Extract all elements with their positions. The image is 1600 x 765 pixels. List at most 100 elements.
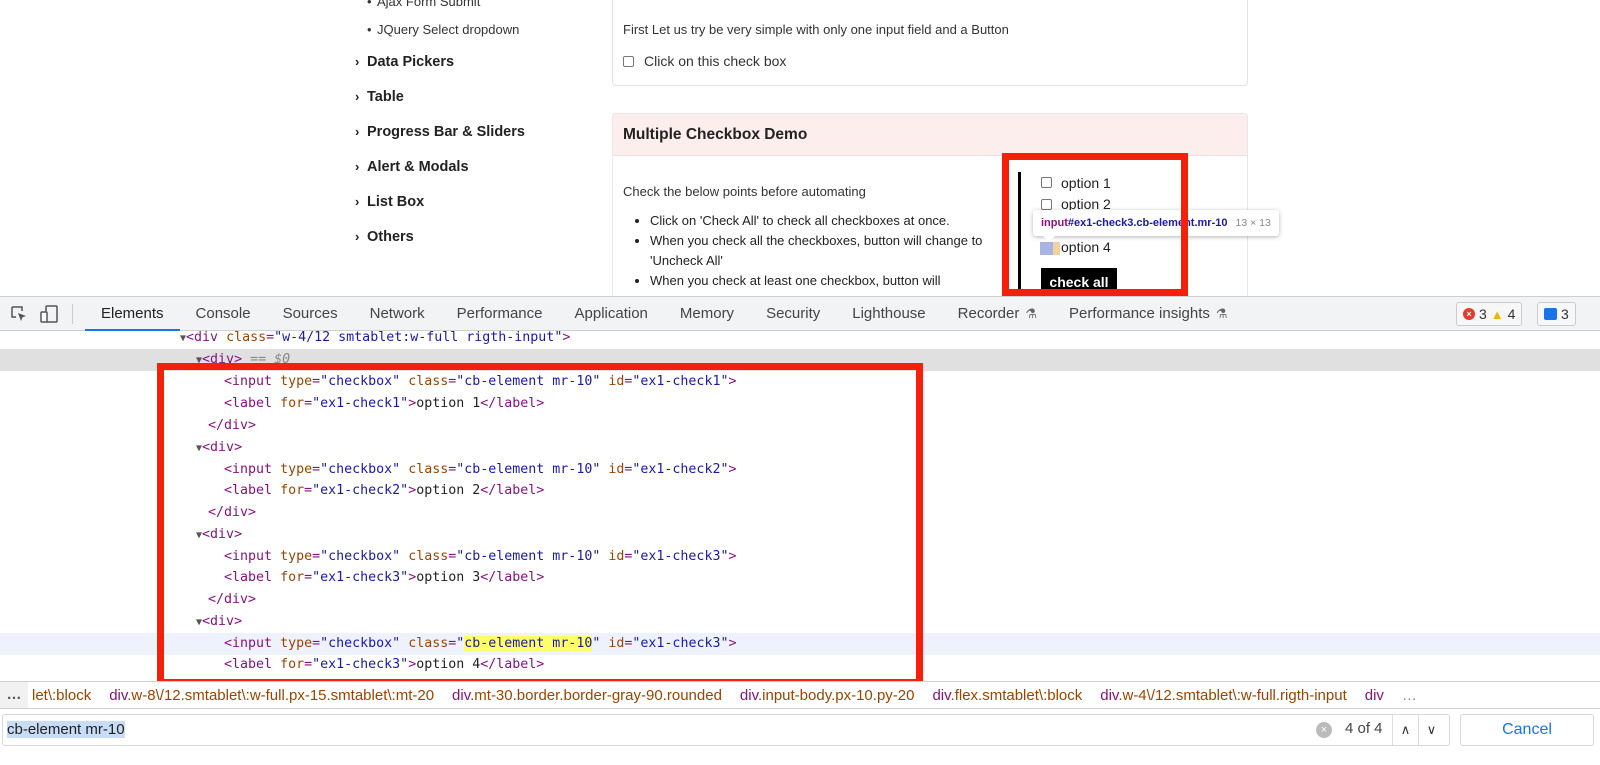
error-icon: × [1463, 308, 1475, 320]
breadcrumb-item[interactable]: div.mt-30.border.border-gray-90.rounded [443, 687, 731, 704]
chevron-right-icon: › [355, 194, 360, 209]
breadcrumb-tag: div [739, 686, 758, 704]
search-bar: cb-element mr-10 × 4 of 4 ∧ ∨ Cancel [0, 710, 1600, 752]
option-checkbox[interactable] [1041, 198, 1052, 210]
tab-label: Lighthouse [852, 304, 926, 322]
search-match-highlight: cb-element mr-10 [464, 636, 593, 651]
breadcrumb-class: .input-body.px-10.py-20 [757, 686, 915, 704]
dom-node-line[interactable]: ▼<div> [0, 524, 1600, 546]
sidebar-section-label[interactable]: Data Pickers [367, 54, 454, 70]
instruction-item: When you check all the checkboxes, butto… [650, 231, 990, 271]
dom-node-line[interactable]: </div> [0, 502, 1600, 524]
tab-security[interactable]: Security [750, 297, 836, 331]
breadcrumb-item[interactable]: div.w-8\/12.smtablet\:w-full.px-15.smtab… [100, 687, 443, 704]
tab-performance-insights[interactable]: Performance insights ⚗ [1053, 297, 1244, 331]
sidebar-subitem[interactable]: JQuery Select dropdown [367, 16, 595, 44]
tab-recorder[interactable]: Recorder ⚗ [942, 297, 1053, 331]
tab-lighthouse[interactable]: Lighthouse [836, 297, 941, 331]
check-all-button[interactable]: check all [1041, 268, 1117, 298]
breadcrumb-item[interactable]: div [1356, 687, 1393, 704]
sidebar-section-label[interactable]: Alert & Modals [367, 159, 469, 175]
messages-counter[interactable]: 3 [1537, 302, 1576, 326]
clear-search-icon[interactable]: × [1316, 722, 1332, 738]
dom-node-line[interactable]: <label for="ex1-check2">option 2</label> [0, 480, 1600, 502]
dom-node-line[interactable]: ▼<div> [0, 611, 1600, 633]
tooltip-dimensions: 13 × 13 [1235, 217, 1271, 229]
inspect-highlight-margin [1053, 242, 1060, 255]
sidebar-section-label[interactable]: Others [367, 229, 414, 245]
sidebar-section-label[interactable]: List Box [367, 194, 424, 210]
single-checkbox[interactable] [623, 55, 634, 67]
dom-node-line[interactable]: </div> [0, 589, 1600, 611]
sidebar-section-label[interactable]: Progress Bar & Sliders [367, 124, 525, 140]
dom-node-line[interactable]: <input type="checkbox" class="cb-element… [0, 371, 1600, 393]
chevron-right-icon: › [355, 54, 360, 69]
breadcrumb-overflow-right[interactable]: … [1393, 687, 1426, 704]
sidebar-section[interactable]: › Data Pickers [355, 44, 595, 79]
devtools-panel: Elements Console Sources Network Performance… [0, 296, 1600, 765]
tab-label: Performance [456, 304, 543, 322]
breadcrumb: … let\:block div.w-8\/12.smtablet\:w-full… [0, 681, 1600, 709]
tab-label: Network [369, 304, 425, 322]
tab-network[interactable]: Network [354, 297, 441, 331]
breadcrumb-overflow-left[interactable]: … [0, 682, 28, 708]
dom-node-line[interactable]: </div> [0, 415, 1600, 437]
tab-performance[interactable]: Performance [441, 297, 559, 331]
dom-node-line[interactable]: <label for="ex1-check3">option 3</label> [0, 567, 1600, 589]
breadcrumb-tag: div [1100, 686, 1119, 704]
tab-label: Elements [101, 304, 164, 322]
option-row[interactable]: option 1 [1021, 172, 1148, 194]
dom-node-line[interactable]: <input type="checkbox" class="cb-element… [0, 546, 1600, 568]
tab-sources[interactable]: Sources [267, 297, 354, 331]
devtools-tabbar: Elements Console Sources Network Performance… [0, 297, 1600, 331]
search-value[interactable]: cb-element mr-10 [7, 721, 125, 738]
search-input[interactable]: cb-element mr-10 [2, 714, 1450, 746]
next-match-button[interactable]: ∨ [1418, 715, 1444, 745]
device-toolbar-icon[interactable] [34, 297, 64, 331]
option-label[interactable]: option 4 [1061, 239, 1111, 255]
sidebar-section[interactable]: › Table [355, 79, 595, 114]
dom-node-line[interactable]: <label for="ex1-check3">option 4</label> [0, 654, 1600, 676]
message-icon [1544, 308, 1557, 320]
breadcrumb-item[interactable]: div.w-4\/12.smtablet\:w-full.rigth-input [1091, 687, 1355, 704]
cancel-search-button[interactable]: Cancel [1460, 714, 1594, 746]
tab-console[interactable]: Console [180, 297, 267, 331]
multiple-checkbox-card: Multiple Checkbox Demo Check the below p… [612, 113, 1248, 300]
breadcrumb-item[interactable]: div.input-body.px-10.py-20 [731, 687, 924, 704]
dom-node-line[interactable]: <input type="checkbox" class="cb-element… [0, 459, 1600, 481]
tab-elements[interactable]: Elements [85, 297, 180, 331]
breadcrumb-class: .flex.smtablet\:block [950, 686, 1083, 704]
single-checkbox-row[interactable]: Click on this check box [623, 53, 786, 69]
inspect-element-icon[interactable] [4, 297, 34, 331]
dom-node-line[interactable]: ▼<div> [0, 437, 1600, 459]
dom-node-line[interactable]: ▼<div class="w-4/12 smtablet:w-full rigt… [0, 327, 1600, 349]
sidebar-section-label[interactable]: Table [367, 89, 404, 105]
dom-node-line[interactable]: ▼<div> == $0 [0, 349, 1600, 371]
card-description: First Let us try be very simple with onl… [623, 22, 1009, 37]
sidebar-section[interactable]: › List Box [355, 184, 595, 219]
sidebar-section[interactable]: › Alert & Modals [355, 149, 595, 184]
sidebar-section[interactable]: › Progress Bar & Sliders [355, 114, 595, 149]
warning-count: 4 [1507, 306, 1516, 322]
tab-label: Security [766, 304, 821, 322]
sidebar-subitem[interactable]: Ajax Form Submit [367, 0, 595, 16]
tab-label: Memory [679, 304, 735, 322]
sidebar-section[interactable]: › Others [355, 219, 595, 254]
issues-counter[interactable]: × 3 ▲ 4 [1456, 302, 1523, 326]
option-checkbox[interactable] [1041, 177, 1052, 189]
chevron-right-icon: › [355, 159, 360, 174]
breadcrumb-item[interactable]: let\:block [28, 687, 100, 704]
breadcrumb-class: .mt-30.border.border-gray-90.rounded [470, 686, 722, 704]
single-checkbox-label[interactable]: Click on this check box [644, 53, 786, 69]
breadcrumb-tag: div [109, 686, 128, 704]
tab-memory[interactable]: Memory [664, 297, 750, 331]
breadcrumb-item[interactable]: div.flex.smtablet\:block [923, 687, 1091, 704]
error-count: 3 [1479, 306, 1487, 322]
previous-match-button[interactable]: ∧ [1392, 715, 1418, 745]
breadcrumb-tag: div [1364, 686, 1384, 704]
dom-node-line[interactable]: <input type="checkbox" class="cb-element… [0, 633, 1600, 655]
sidebar: Ajax Form Submit JQuery Select dropdown … [355, 0, 595, 254]
tab-application[interactable]: Application [559, 297, 664, 331]
dom-node-line[interactable]: <label for="ex1-check1">option 1</label> [0, 393, 1600, 415]
option-label[interactable]: option 1 [1061, 175, 1111, 191]
